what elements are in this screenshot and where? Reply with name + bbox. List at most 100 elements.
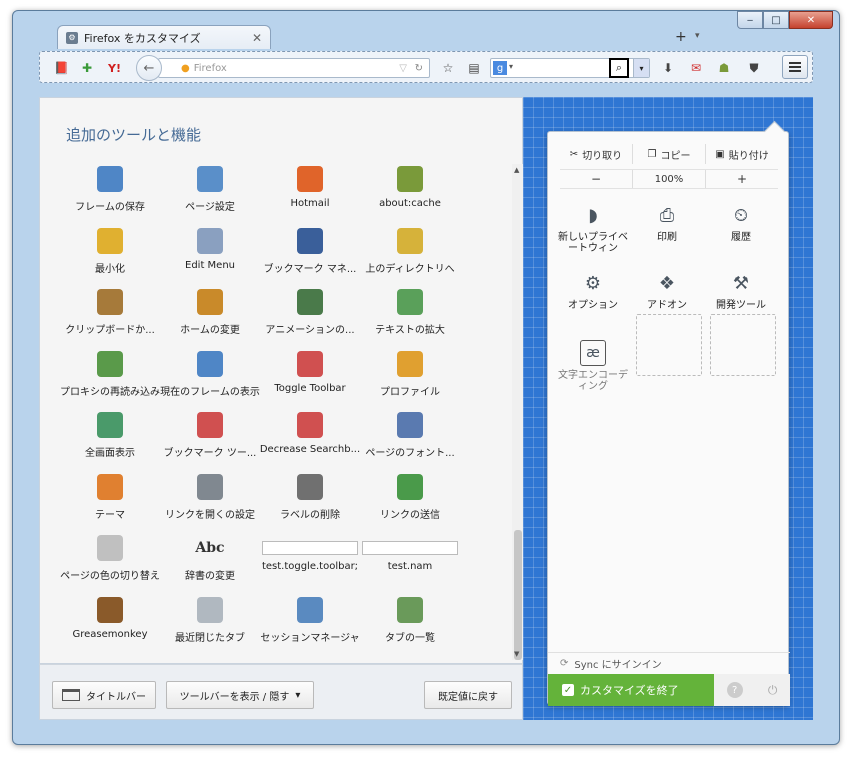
bookmark-icon[interactable]: 📕 bbox=[54, 58, 69, 78]
folder-up-icon bbox=[397, 227, 423, 254]
palette-item-label: 現在のフレームの表示 bbox=[160, 386, 260, 398]
palette-item[interactable]: ブックマーク ツー... bbox=[160, 412, 260, 468]
panel-item[interactable]: ⎙ 印刷 bbox=[632, 202, 702, 268]
palette-item[interactable]: ページ設定 bbox=[160, 166, 260, 222]
greasemonkey-toolbar-icon[interactable]: ☗ bbox=[714, 58, 734, 78]
panel-item[interactable]: ⏲ 履歴 bbox=[706, 202, 776, 268]
palette-item[interactable]: Toggle Toolbar bbox=[260, 350, 360, 407]
tab-close-icon[interactable]: ✕ bbox=[252, 31, 262, 45]
palette-item[interactable]: プロキシの再読み込み bbox=[60, 350, 160, 407]
palette-item[interactable]: about:cache bbox=[360, 166, 460, 222]
scroll-down-icon[interactable]: ▼ bbox=[514, 650, 519, 658]
customize-footer: タイトルバー ツールバーを表示 / 隠す ▾ 既定値に戻す bbox=[39, 664, 523, 720]
gmail-icon[interactable]: ✉ bbox=[686, 58, 706, 78]
minimize-button[interactable]: ‒ bbox=[737, 11, 763, 29]
copy-label: コピー bbox=[660, 150, 691, 162]
palette-item[interactable]: テーマ bbox=[60, 473, 160, 530]
palette-item[interactable]: フレームの保存 bbox=[60, 166, 160, 222]
addons-puzzle-icon: ❖ bbox=[658, 272, 676, 294]
history-dropdown-icon[interactable]: ▽ bbox=[399, 63, 407, 74]
palette-item[interactable]: タブの一覧 bbox=[360, 596, 460, 653]
palette-text-field bbox=[262, 541, 358, 555]
new-tab-button[interactable]: + bbox=[675, 29, 687, 45]
palette-item-label: test.nam bbox=[387, 561, 433, 572]
paste-button[interactable]: ▣ 貼り付け bbox=[706, 144, 778, 164]
zoom-in-button[interactable]: + bbox=[706, 170, 778, 188]
tab-list-dropdown-icon[interactable]: ▾ bbox=[695, 31, 700, 41]
download-icon[interactable]: ⬇ bbox=[658, 58, 678, 78]
scroll-up-icon[interactable]: ▲ bbox=[514, 166, 519, 174]
panel-item-label: 開発ツール bbox=[716, 300, 766, 311]
history-icon: ⏲ bbox=[733, 204, 749, 226]
page-font-icon bbox=[397, 412, 423, 438]
panel-item-label: 履歴 bbox=[731, 232, 751, 243]
engine-dropdown-icon[interactable]: ▾ bbox=[509, 62, 513, 71]
palette-item[interactable]: Greasemonkey bbox=[60, 596, 160, 653]
palette-item[interactable]: 最近閉じたタブ bbox=[160, 596, 260, 653]
palette-item[interactable]: ホームの変更 bbox=[160, 289, 260, 345]
sync-signin[interactable]: ⟳ Sync にサインイン bbox=[548, 652, 790, 674]
palette-item[interactable]: リンクを開くの設定 bbox=[160, 473, 260, 530]
cut-button[interactable]: ✂ 切り取り bbox=[560, 144, 633, 164]
maximize-button[interactable]: □ bbox=[763, 11, 789, 29]
send-link-icon bbox=[397, 473, 423, 500]
search-dropdown-button[interactable]: ▾ bbox=[633, 59, 649, 77]
palette-item[interactable]: クリップボードか... bbox=[60, 289, 160, 345]
addon-puzzle-icon[interactable]: ✚ bbox=[82, 58, 92, 78]
yahoo-icon[interactable]: Y! bbox=[108, 58, 121, 78]
palette-item[interactable]: プロファイル bbox=[360, 350, 460, 407]
sync-icon: ⟳ bbox=[560, 658, 569, 669]
clipboard-icon[interactable]: ▤ bbox=[464, 58, 484, 78]
palette-item[interactable]: 全画面表示 bbox=[60, 412, 160, 468]
url-bar[interactable]: ● Firefox ▽ ↻ bbox=[158, 58, 430, 78]
palette-item[interactable]: test.nam bbox=[360, 535, 460, 591]
back-button[interactable]: ← bbox=[136, 55, 162, 81]
tab-customize[interactable]: ⚙ Firefox をカスタマイズ ✕ bbox=[57, 25, 271, 49]
palette-item-label: プロキシの再読み込み bbox=[60, 386, 160, 398]
palette-item[interactable]: テキストの拡大 bbox=[360, 289, 460, 345]
scrollbar-thumb[interactable] bbox=[514, 530, 522, 660]
cache-icon bbox=[397, 166, 423, 192]
palette-item[interactable]: Edit Menu bbox=[160, 227, 260, 284]
palette-item[interactable]: ブックマーク マネ... bbox=[260, 227, 360, 284]
copy-button[interactable]: ❐ コピー bbox=[633, 144, 706, 164]
zoom-reset-button[interactable]: 100% bbox=[632, 170, 706, 188]
palette-item[interactable]: 現在のフレームの表示 bbox=[160, 350, 260, 407]
shield-icon[interactable]: ⛊ bbox=[744, 58, 764, 78]
reload-icon[interactable]: ↻ bbox=[415, 63, 423, 74]
palette-item[interactable]: Abc 辞書の変更 bbox=[160, 535, 260, 591]
palette-item[interactable]: 上のディレクトリへ bbox=[360, 227, 460, 284]
search-bar[interactable]: g ▾ ⌕ ▾ bbox=[490, 58, 650, 78]
zoom-out-button[interactable]: − bbox=[560, 170, 632, 188]
palette-item[interactable]: 最小化 bbox=[60, 227, 160, 284]
restore-defaults-button[interactable]: 既定値に戻す bbox=[424, 681, 512, 709]
palette-item-label: タブの一覧 bbox=[385, 632, 435, 644]
close-button[interactable]: ✕ bbox=[789, 11, 833, 29]
titlebar-button[interactable]: タイトルバー bbox=[52, 681, 156, 709]
panel-item[interactable]: ⚙ オプション bbox=[558, 270, 628, 336]
exit-customize-button[interactable]: ✓ カスタマイズを終了 bbox=[548, 674, 714, 706]
palette-item[interactable]: アニメーションの... bbox=[260, 289, 360, 345]
star-icon[interactable]: ☆ bbox=[438, 58, 458, 78]
search-go-button[interactable]: ⌕ bbox=[609, 58, 629, 78]
palette-item[interactable]: セッションマネージャ bbox=[260, 596, 360, 653]
palette-item[interactable]: Hotmail bbox=[260, 166, 360, 222]
panel-item[interactable]: ◗ 新しいプライベートウィン bbox=[558, 202, 628, 268]
palette-item[interactable]: ページのフォント... bbox=[360, 412, 460, 468]
panel-item[interactable]: æ 文字エンコーディング bbox=[558, 340, 628, 406]
palette-item[interactable]: test.toggle.toolbar; bbox=[260, 535, 360, 591]
palette-item-label: 全画面表示 bbox=[85, 448, 135, 459]
help-icon[interactable]: ? bbox=[726, 682, 743, 698]
chevron-down-icon: ▾ bbox=[295, 689, 301, 701]
menu-button[interactable] bbox=[782, 55, 808, 79]
quit-icon[interactable]: ⏻ bbox=[768, 683, 778, 698]
search-engine-icon[interactable]: g bbox=[493, 61, 507, 75]
palette-item[interactable]: ラベルの削除 bbox=[260, 473, 360, 530]
palette-item[interactable]: リンクの送信 bbox=[360, 473, 460, 530]
palette-item[interactable]: Decrease Searchb... bbox=[260, 412, 360, 468]
developer-wrench-icon: ⚒ bbox=[732, 272, 750, 294]
toolbars-button[interactable]: ツールバーを表示 / 隠す ▾ bbox=[166, 681, 314, 709]
session-manager-icon bbox=[297, 596, 323, 623]
menu-icon-bar bbox=[789, 66, 801, 68]
palette-item[interactable]: ページの色の切り替え bbox=[60, 535, 160, 591]
